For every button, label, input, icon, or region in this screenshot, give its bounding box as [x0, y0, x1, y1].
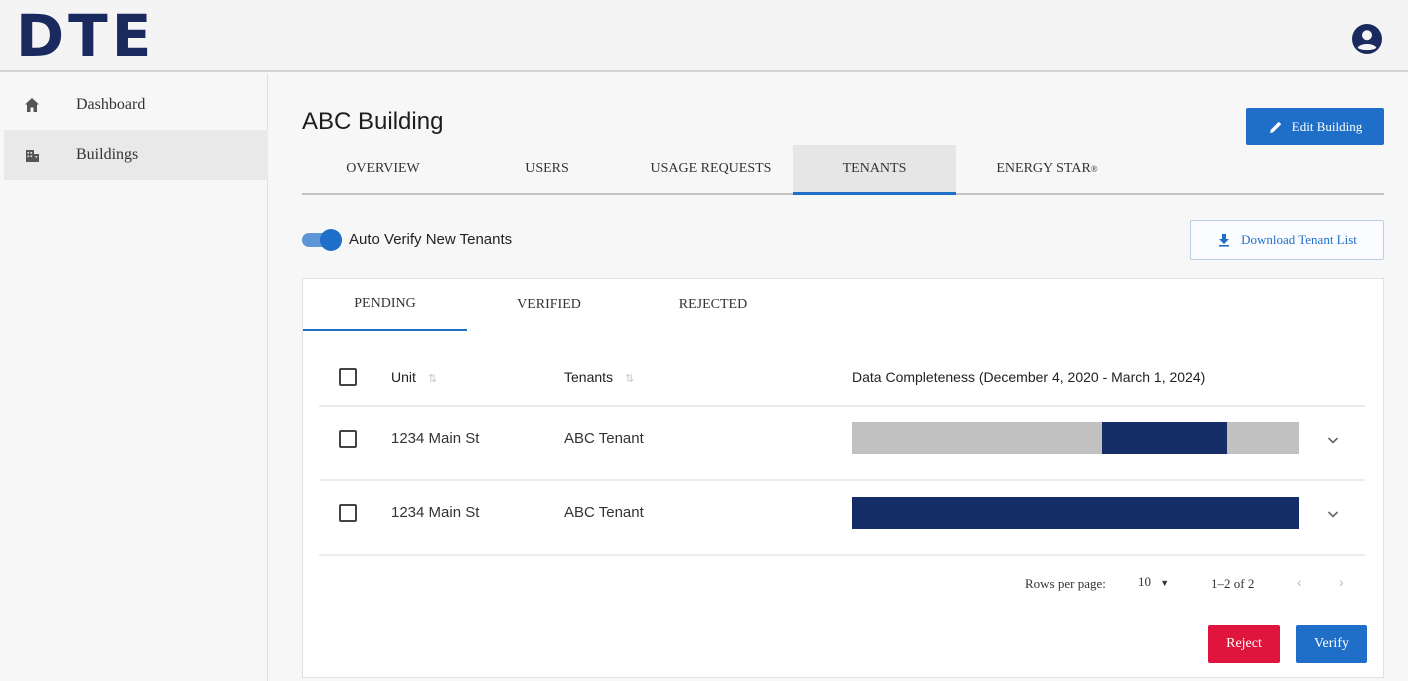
subtab-rejected[interactable]: REJECTED	[631, 279, 795, 331]
auto-verify-label: Auto Verify New Tenants	[349, 231, 513, 248]
tenants-header-label: Tenants	[564, 369, 614, 385]
pagination-range: 1–2 of 2	[1211, 576, 1255, 591]
rows-per-page-value: 10	[1138, 574, 1151, 589]
row-checkbox[interactable]	[339, 430, 357, 448]
top-bar: DTE	[0, 0, 1408, 72]
subtab-verified[interactable]: VERIFIED	[467, 279, 631, 331]
sidebar-item-label: Dashboard	[76, 96, 146, 113]
pencil-icon	[1269, 121, 1281, 133]
previous-page-icon[interactable]: ‹	[1297, 574, 1302, 590]
building-icon	[26, 150, 39, 162]
reject-button[interactable]: Reject	[1208, 625, 1280, 663]
edit-building-button[interactable]: Edit Building	[1246, 108, 1384, 145]
building-tabs: OVERVIEW USERS USAGE REQUESTS TENANTS EN…	[302, 145, 1384, 195]
column-header-tenants: Tenants ⇅	[564, 369, 634, 385]
subtab-pending[interactable]: PENDING	[303, 279, 467, 331]
completeness-fill	[852, 497, 1299, 529]
tenants-card: PENDING VERIFIED REJECTED Unit ⇅ Tenants ⇅…	[302, 278, 1384, 678]
sidebar: Dashboard Buildings	[0, 74, 268, 681]
toggle-knob	[320, 229, 342, 251]
completeness-bar	[852, 422, 1299, 454]
divider	[319, 405, 1365, 407]
registered-mark: ®	[1090, 164, 1098, 174]
sort-icon[interactable]: ⇅	[625, 372, 634, 385]
select-all-checkbox[interactable]	[339, 368, 357, 386]
download-tenant-list-button[interactable]: Download Tenant List	[1190, 220, 1384, 260]
sort-icon[interactable]: ⇅	[428, 372, 437, 385]
chevron-down-icon[interactable]	[1325, 506, 1341, 522]
verify-button[interactable]: Verify	[1296, 625, 1367, 663]
download-icon	[1219, 234, 1230, 247]
unit-header-label: Unit	[391, 369, 416, 385]
chevron-down-icon[interactable]	[1325, 432, 1341, 448]
rows-per-page-select[interactable]: 10 ▼	[1138, 574, 1169, 590]
completeness-fill	[1102, 422, 1228, 454]
divider	[319, 479, 1365, 481]
completeness-bar	[852, 497, 1299, 529]
tab-energy-star[interactable]: ENERGY STAR ®	[956, 145, 1138, 193]
edit-building-label: Edit Building	[1291, 118, 1363, 134]
tab-overview[interactable]: OVERVIEW	[302, 145, 464, 193]
column-header-completeness: Data Completeness (December 4, 2020 - Ma…	[852, 369, 1206, 385]
caret-down-icon: ▼	[1160, 578, 1170, 588]
download-label: Download Tenant List	[1241, 232, 1357, 247]
account-circle-icon[interactable]	[1352, 24, 1382, 54]
sidebar-item-dashboard[interactable]: Dashboard	[4, 80, 268, 130]
tenant-cell: ABC Tenant	[564, 430, 644, 447]
dte-logo[interactable]: DTE	[16, 7, 155, 65]
row-checkbox[interactable]	[339, 504, 357, 522]
column-header-unit: Unit ⇅	[391, 369, 437, 385]
sidebar-item-label: Buildings	[76, 146, 139, 163]
page-title: ABC Building	[302, 108, 444, 135]
sidebar-item-buildings[interactable]: Buildings	[4, 130, 268, 180]
home-icon	[25, 98, 39, 112]
unit-cell: 1234 Main St	[391, 430, 480, 447]
tab-energy-star-label: ENERGY STAR	[996, 161, 1091, 176]
divider	[319, 554, 1365, 556]
unit-cell: 1234 Main St	[391, 504, 480, 521]
tab-usage-requests[interactable]: USAGE REQUESTS	[630, 145, 792, 193]
rows-per-page-label: Rows per page:	[1025, 576, 1106, 591]
tenant-cell: ABC Tenant	[564, 504, 644, 521]
next-page-icon[interactable]: ›	[1339, 574, 1344, 590]
tab-tenants[interactable]: TENANTS	[793, 145, 956, 195]
tab-users[interactable]: USERS	[464, 145, 630, 193]
auto-verify-toggle[interactable]	[302, 229, 342, 251]
